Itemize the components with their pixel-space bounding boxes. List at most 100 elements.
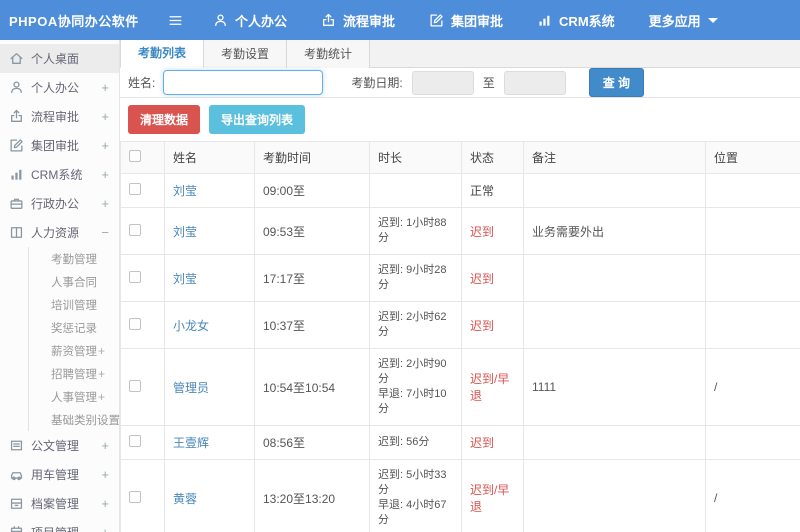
sidebar-item[interactable]: 人力资源 −	[0, 218, 119, 247]
sidebar-item[interactable]: 档案管理 +	[0, 489, 119, 518]
row-checkbox[interactable]	[129, 270, 141, 283]
duration-cell: 迟到: 56分	[369, 425, 462, 460]
table-row: 王壹辉 08:56至 迟到: 56分 迟到	[120, 425, 800, 460]
project-icon	[9, 525, 24, 532]
row-checkbox[interactable]	[129, 317, 141, 330]
main-content: 考勤列表 考勤设置 考勤统计 姓名: 考勤日期: 至 查 询 清理数据 导出查询…	[120, 40, 800, 532]
attendance-time-cell: 10:37至	[254, 301, 370, 349]
sidebar-item[interactable]: 用车管理 +	[0, 460, 119, 489]
clean-data-button[interactable]: 清理数据	[128, 105, 201, 134]
attendance-time-cell: 08:56至	[254, 425, 370, 460]
status-badge: 迟到	[470, 318, 495, 333]
sidebar-sub-item[interactable]: 人事管理 +	[29, 385, 119, 408]
expand-icon[interactable]: +	[99, 496, 109, 511]
employee-name-link[interactable]: 刘莹	[173, 225, 197, 239]
date-label: 考勤日期:	[351, 76, 403, 90]
sidebar-sub-item-label: 考勤管理	[51, 253, 97, 266]
expand-icon[interactable]: +	[99, 467, 109, 482]
duration-cell: 迟到: 9小时28分	[369, 254, 462, 302]
nav-item[interactable]: 集团审批	[429, 11, 503, 30]
nav-item[interactable]: 更多应用	[649, 11, 718, 30]
date-from-input[interactable]	[411, 70, 474, 95]
sidebar-sub-item[interactable]: 薪资管理 +	[29, 339, 119, 362]
expand-icon[interactable]: +	[98, 344, 105, 358]
archive-icon	[9, 496, 24, 511]
sidebar-item[interactable]: 行政办公 +	[0, 189, 119, 218]
employee-name-link[interactable]: 王壹辉	[173, 436, 209, 450]
employee-name-link[interactable]: 小龙女	[173, 319, 209, 333]
duration-line: 早退: 7小时10分	[378, 388, 447, 415]
sidebar-item[interactable]: 流程审批 +	[0, 102, 119, 131]
sidebar-item[interactable]: 个人桌面	[0, 44, 119, 73]
export-list-button[interactable]: 导出查询列表	[209, 105, 306, 134]
status-badge: 迟到/早退	[470, 483, 510, 514]
sidebar-sub-item[interactable]: 培训管理	[29, 293, 119, 316]
table-row: 小龙女 10:37至 迟到: 2小时62分 迟到	[120, 301, 800, 349]
col-header-duration: 时长	[369, 141, 462, 174]
location-cell: /	[705, 348, 800, 426]
row-checkbox[interactable]	[129, 379, 141, 392]
sidebar-sub-item-label: 薪资管理	[51, 345, 97, 358]
attendance-time-cell: 09:00至	[254, 173, 370, 208]
sidebar-item-label: 用车管理	[31, 468, 80, 482]
expand-icon[interactable]: +	[99, 525, 109, 532]
expand-icon[interactable]: +	[99, 80, 109, 95]
document-icon	[9, 438, 24, 453]
remark-cell: 业务需要外出	[523, 207, 706, 255]
row-checkbox[interactable]	[129, 183, 141, 195]
nav-item[interactable]: CRM系统	[537, 11, 615, 30]
tab-attendance-statistics[interactable]: 考勤统计	[287, 40, 371, 68]
employee-name-link[interactable]: 刘莹	[173, 272, 197, 286]
select-all-checkbox[interactable]	[129, 150, 141, 162]
sidebar-sub-item[interactable]: 招聘管理 +	[29, 362, 119, 385]
sidebar-item[interactable]: 项目管理+	[0, 518, 119, 532]
col-header-status: 状态	[461, 141, 524, 174]
nav-item[interactable]: 流程审批	[321, 11, 395, 30]
status-badge: 迟到/早退	[470, 372, 510, 403]
expand-icon[interactable]: +	[99, 109, 109, 124]
sidebar-sub-item[interactable]: 人事合同	[29, 270, 119, 293]
name-input[interactable]	[163, 70, 324, 95]
status-badge: 迟到	[470, 271, 495, 286]
row-checkbox[interactable]	[129, 490, 141, 503]
expand-icon[interactable]: +	[99, 196, 109, 211]
expand-icon[interactable]: +	[98, 390, 105, 404]
approval-icon	[9, 109, 24, 124]
sidebar-sub-item[interactable]: 考勤管理	[29, 247, 119, 270]
employee-name-link[interactable]: 管理员	[173, 381, 209, 395]
approval-icon	[321, 13, 336, 28]
sidebar-item[interactable]: 公文管理 +	[0, 431, 119, 460]
duration-line: 迟到: 1小时88分	[378, 217, 447, 244]
sidebar-item[interactable]: 集团审批 +	[0, 131, 119, 160]
sidebar-item[interactable]: 个人办公 +	[0, 73, 119, 102]
expand-icon[interactable]: +	[98, 367, 105, 381]
date-to-input[interactable]	[503, 70, 566, 95]
employee-name-link[interactable]: 黄蓉	[173, 492, 197, 506]
tab-attendance-settings[interactable]: 考勤设置	[204, 40, 288, 68]
expand-icon[interactable]: +	[99, 438, 109, 453]
employee-name-link[interactable]: 刘莹	[173, 184, 197, 198]
table-header-row: 姓名 考勤时间 时长 状态 备注 位置	[120, 141, 800, 174]
nav-item[interactable]: 个人办公	[213, 11, 287, 30]
row-checkbox[interactable]	[129, 435, 141, 447]
expand-icon[interactable]: +	[99, 167, 109, 182]
location-cell: /	[705, 459, 800, 532]
location-cell	[705, 173, 800, 208]
tab-attendance-list[interactable]: 考勤列表	[120, 40, 205, 68]
action-buttons: 清理数据 导出查询列表	[120, 98, 800, 141]
tab-bar: 考勤列表 考勤设置 考勤统计	[120, 40, 800, 68]
top-nav: 个人办公 流程审批 集团审批 CRM系统 更多应用	[213, 11, 752, 30]
sidebar-item[interactable]: CRM系统 +	[0, 160, 119, 189]
attendance-time-cell: 13:20至13:20	[254, 459, 370, 532]
collapse-icon[interactable]: −	[99, 225, 109, 240]
row-checkbox[interactable]	[129, 223, 141, 236]
location-cell	[705, 425, 800, 460]
expand-icon[interactable]: +	[99, 138, 109, 153]
hamburger-menu-icon[interactable]	[168, 13, 183, 28]
query-button[interactable]: 查 询	[588, 68, 645, 97]
sidebar-sub-item[interactable]: 基础类别设置+	[29, 408, 119, 431]
attendance-table: 姓名 考勤时间 时长 状态 备注 位置 刘莹 09:00至 正常 刘莹 09:53至 迟到…	[120, 141, 800, 532]
date-to-label: 至	[482, 76, 495, 90]
nav-item-label: CRM系统	[559, 13, 615, 29]
sidebar-sub-item[interactable]: 奖惩记录	[29, 316, 119, 339]
